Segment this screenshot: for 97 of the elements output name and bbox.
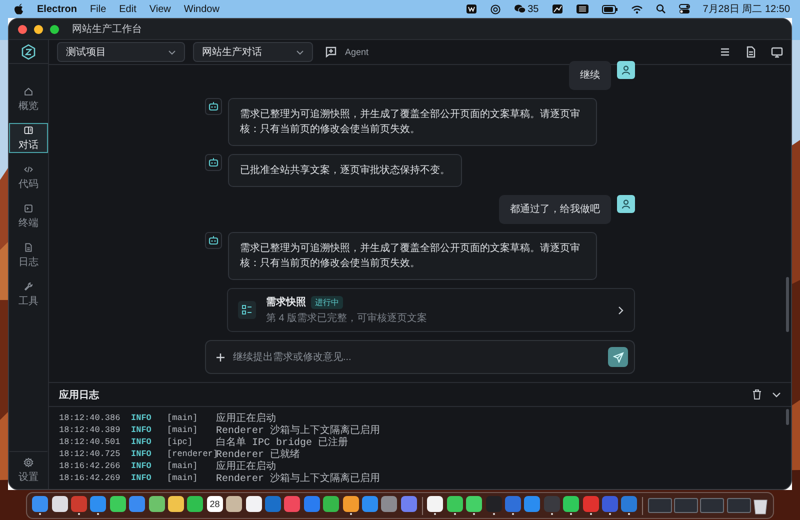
robot-icon — [205, 232, 222, 249]
robot-icon — [205, 98, 222, 115]
app-icon[interactable] — [563, 496, 580, 512]
log-source: [main] — [167, 425, 199, 435]
app-icon[interactable] — [446, 496, 463, 512]
log-time: 18:12:40.725 — [59, 449, 122, 459]
window-title: 网站生产工作台 — [72, 22, 142, 36]
wrench-icon — [23, 280, 34, 292]
log-message: 白名单 IPC bridge 已注册 — [216, 436, 350, 449]
sidebar-item[interactable]: 终端 — [9, 201, 48, 231]
session-dropdown[interactable]: 网站生产对话 — [193, 42, 313, 62]
settings-icon — [23, 456, 34, 468]
assistant-message: 已批准全站共享文案，逐页审批状态保持不变。 — [228, 154, 462, 187]
log-message: Renderer 沙箱与上下文隔离已启用 — [216, 472, 382, 485]
log-source: [main] — [167, 461, 199, 471]
chevron-right-icon — [618, 306, 624, 314]
trash-icon[interactable] — [753, 496, 768, 514]
message-input[interactable]: 继续提出需求或修改意见... — [233, 350, 600, 364]
log-source: [renderer] — [167, 449, 216, 459]
log-time: 18:12:40.501 — [59, 437, 122, 447]
log-level: INFO — [131, 461, 152, 471]
home-icon — [23, 86, 34, 96]
log-time: 18:12:40.389 — [59, 425, 122, 435]
app-icon[interactable] — [52, 496, 68, 512]
card-title: 需求快照 — [266, 296, 306, 309]
window-thumbnail[interactable] — [700, 498, 724, 513]
monitor-icon[interactable] — [771, 46, 783, 58]
log-message: 应用正在启动 — [216, 412, 276, 425]
document-icon[interactable] — [745, 46, 757, 58]
window-thumbnail[interactable] — [726, 498, 751, 513]
window-thumbnail[interactable] — [674, 498, 698, 513]
log-message: 应用正在启动 — [216, 460, 276, 473]
log-source: [main] — [167, 473, 199, 483]
send-icon — [612, 352, 624, 362]
user-message: 都通过了，给我做吧 — [499, 195, 611, 224]
close-button[interactable] — [18, 24, 27, 34]
robot-icon — [205, 154, 222, 171]
app-icon[interactable] — [466, 496, 482, 512]
checklist-icon — [238, 301, 256, 319]
user-message: 继续 — [569, 61, 611, 90]
status-badge: 进行中 — [311, 296, 343, 308]
log-level: INFO — [131, 449, 152, 459]
log-source: [main] — [167, 413, 199, 423]
log-time: 18:12:40.386 — [59, 413, 122, 423]
person-icon — [621, 199, 631, 209]
project-dropdown[interactable]: 测试项目 — [57, 42, 185, 62]
chevron-down-icon — [168, 50, 176, 54]
log-time: 18:16:42.266 — [59, 461, 122, 471]
settings-item[interactable]: 设置 — [9, 451, 48, 489]
app-icon[interactable] — [226, 496, 242, 512]
trash-icon[interactable] — [752, 389, 762, 400]
mode-label: Agent — [345, 47, 369, 57]
window-thumbnail[interactable] — [648, 498, 672, 513]
menu-icon[interactable] — [719, 46, 731, 58]
sidebar-item[interactable]: 对话 — [9, 123, 48, 153]
log-time: 18:16:42.269 — [59, 473, 122, 483]
minimize-button[interactable] — [34, 24, 43, 34]
app-icon[interactable] — [148, 496, 165, 512]
log-message: Renderer 已就绪 — [216, 448, 302, 461]
card-subtitle: 第 4 版需求已完整，可审核逐页文案 — [266, 312, 428, 325]
code-icon — [23, 164, 34, 174]
sidebar-item[interactable]: 代码 — [9, 162, 48, 192]
assistant-message: 需求已整理为可追溯快照，并生成了覆盖全部公开页面的文案草稿。请逐页审核：只有当前页的修改会使当前页失效。 — [228, 232, 597, 280]
app-icon[interactable] — [427, 496, 444, 512]
app-icon[interactable] — [342, 496, 359, 512]
message-field[interactable]: 继续提出需求或修改意见... — [205, 340, 635, 374]
app-icon[interactable] — [187, 496, 204, 512]
sidebar-item[interactable]: 工具 — [9, 279, 48, 309]
calendar-icon[interactable]: 28 — [206, 496, 223, 512]
log-source: [ipc] — [167, 437, 194, 447]
chevron-down-icon — [296, 50, 304, 54]
scrollbar-thumb[interactable] — [786, 277, 789, 332]
app-logo-icon — [21, 44, 36, 60]
log-level: INFO — [131, 413, 152, 423]
sidebar-item[interactable]: 日志 — [9, 240, 48, 270]
app-icon[interactable] — [246, 496, 262, 512]
chat-icon[interactable] — [325, 46, 337, 58]
log-level: INFO — [131, 437, 152, 447]
zoom-button[interactable] — [50, 24, 59, 34]
chevron-down-icon[interactable] — [772, 392, 781, 398]
document-icon — [23, 242, 34, 252]
snapshot-card[interactable]: 需求快照 进行中 第 4 版需求已完整，可审核逐页文案 — [227, 288, 635, 332]
plus-icon[interactable] — [216, 352, 225, 362]
scrollbar-thumb[interactable] — [786, 409, 789, 425]
log-level: INFO — [131, 473, 152, 483]
assistant-message: 需求已整理为可追溯快照，并生成了覆盖全部公开页面的文案草稿。请逐页审核：只有当前页的修改会使当前页失效。 — [228, 98, 597, 146]
chat-icon — [23, 124, 34, 136]
log-level: INFO — [131, 425, 152, 435]
app-icon[interactable] — [110, 496, 126, 512]
terminal-icon — [23, 202, 34, 214]
log-title: 应用日志 — [59, 388, 100, 402]
app-icon[interactable] — [323, 496, 340, 512]
send-button[interactable] — [608, 347, 628, 367]
person-icon — [621, 65, 631, 75]
log-message: Renderer 沙箱与上下文隔离已启用 — [216, 424, 382, 437]
sidebar-item[interactable]: 概览 — [9, 84, 48, 114]
app-icon[interactable] — [168, 496, 184, 512]
